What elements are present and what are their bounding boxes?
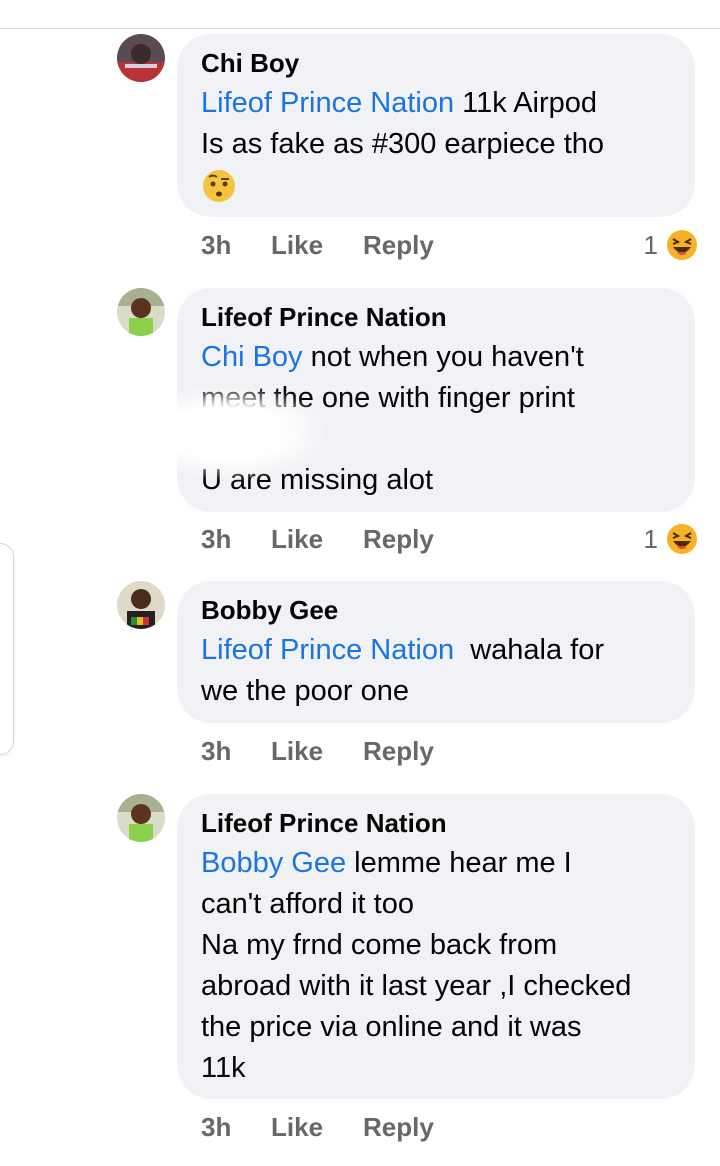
- comment-bubble[interactable]: Lifeof Prince Nation Bobby Gee lemme hea…: [177, 794, 695, 1099]
- avatar[interactable]: [117, 581, 165, 629]
- reply-button[interactable]: Reply: [363, 521, 434, 557]
- comment-text: 11k: [201, 1052, 246, 1084]
- mention-link[interactable]: Bobby Gee: [201, 847, 346, 879]
- laughing-emoji-icon: [666, 523, 698, 555]
- comment-time[interactable]: 3h: [201, 733, 231, 769]
- avatar[interactable]: [117, 34, 165, 82]
- avatar[interactable]: [117, 794, 165, 842]
- reaction-count: 1: [643, 230, 658, 260]
- comment-body: Lifeof Prince Nation wahala for we the p…: [201, 630, 671, 712]
- like-button[interactable]: Like: [271, 1109, 323, 1145]
- like-button[interactable]: Like: [271, 733, 323, 769]
- comment-author[interactable]: Chi Boy: [201, 48, 671, 78]
- comment-text: 11k Airpod: [454, 87, 598, 119]
- comment-author[interactable]: Lifeof Prince Nation: [201, 302, 671, 332]
- comment-body: Bobby Gee lemme hear me I can't afford i…: [201, 843, 671, 1089]
- comment-text: not when you haven't: [302, 341, 584, 373]
- like-button[interactable]: Like: [271, 521, 323, 557]
- comment-time[interactable]: 3h: [201, 227, 231, 263]
- top-divider: [0, 28, 720, 29]
- comment-text: we the poor one: [201, 675, 409, 707]
- laughing-emoji-icon: [666, 229, 698, 261]
- comment-text: wahala for: [454, 634, 605, 666]
- blurred-overlay: [128, 385, 328, 480]
- mention-link[interactable]: Chi Boy: [201, 341, 303, 373]
- comment-time[interactable]: 3h: [201, 1109, 231, 1145]
- comment-bubble[interactable]: Bobby Gee Lifeof Prince Nation wahala fo…: [177, 581, 695, 723]
- comment-text: Na my frnd come back from: [201, 929, 558, 961]
- side-panel-edge: [0, 543, 14, 755]
- reply-button[interactable]: Reply: [363, 227, 434, 263]
- comment-body: Lifeof Prince Nation 11k Airpod Is as fa…: [201, 83, 671, 206]
- comment-text: the price via online and it was: [201, 1011, 582, 1043]
- comment-text: lemme hear me I: [346, 847, 572, 879]
- reply-button[interactable]: Reply: [363, 733, 434, 769]
- comment-author[interactable]: Lifeof Prince Nation: [201, 808, 671, 838]
- like-button[interactable]: Like: [271, 227, 323, 263]
- raised-eyebrow-emoji-icon: [201, 168, 237, 204]
- comment-text: can't afford it too: [201, 888, 414, 920]
- comment-bubble[interactable]: Chi Boy Lifeof Prince Nation 11k Airpod …: [177, 34, 695, 217]
- mention-link[interactable]: Lifeof Prince Nation: [201, 634, 454, 666]
- comment-author[interactable]: Bobby Gee: [201, 595, 671, 625]
- mention-link[interactable]: Lifeof Prince Nation: [201, 87, 454, 119]
- comment-text: abroad with it last year ,I checked: [201, 970, 632, 1002]
- comment-time[interactable]: 3h: [201, 521, 231, 557]
- comment-text: Is as fake as #300 earpiece tho: [201, 128, 605, 160]
- reaction-count: 1: [643, 524, 658, 554]
- reply-button[interactable]: Reply: [363, 1109, 434, 1145]
- avatar[interactable]: [117, 288, 165, 336]
